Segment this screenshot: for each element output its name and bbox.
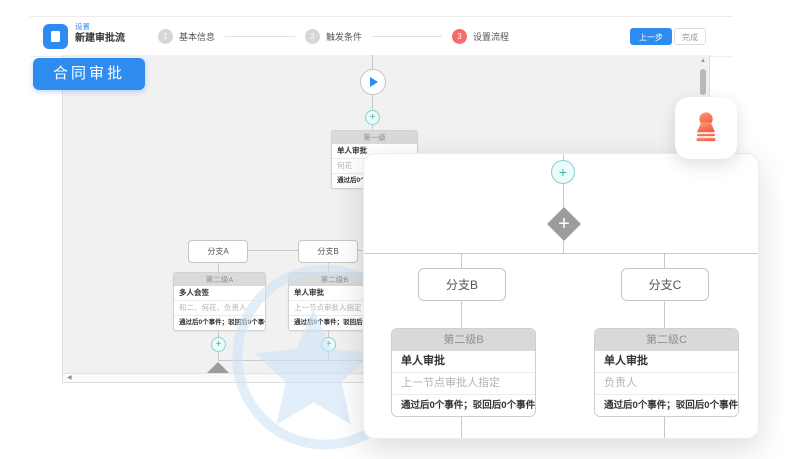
connector-line	[364, 253, 758, 254]
app-category: 设置	[75, 23, 125, 31]
add-node-button[interactable]: +	[321, 337, 336, 352]
card-assignee: 负责人	[595, 372, 738, 394]
add-node-button[interactable]: +	[211, 337, 226, 352]
step-3-circle: 3	[452, 29, 467, 44]
connector-line	[664, 416, 665, 438]
branch-c-node[interactable]: 分支C	[621, 268, 709, 301]
connector-line	[328, 352, 329, 360]
add-node-button[interactable]: +	[551, 160, 575, 184]
branch-b-node[interactable]: 分支B	[418, 268, 506, 301]
branch-a-node[interactable]: 分支A	[188, 240, 248, 263]
card-assignee: 和二、何花、负责人	[174, 300, 265, 315]
flow-name-badge: 合同审批	[33, 58, 145, 90]
connector-line	[461, 301, 462, 328]
stamp-icon	[687, 109, 725, 147]
connector-line	[218, 263, 219, 272]
start-node[interactable]	[360, 69, 386, 95]
step-2-circle: 2	[305, 29, 320, 44]
step-basic-info[interactable]: 1 基本信息	[158, 29, 215, 44]
card-title: 第二级B	[392, 329, 535, 351]
level2a-approval-card[interactable]: 第二级A 多人会签 和二、何花、负责人 通过后0个事件；驳回后0个事件	[173, 272, 266, 331]
play-icon	[370, 77, 378, 87]
vertical-scrollbar[interactable]: ▲	[698, 57, 708, 95]
card-title: 第二级A	[174, 273, 265, 286]
scroll-up-arrow[interactable]: ▲	[698, 57, 708, 65]
plus-icon: +	[558, 214, 570, 234]
level2c-approval-card[interactable]: 第二级C 单人审批 负责人 通过后0个事件；驳回后0个事件	[594, 328, 739, 417]
card-approval-type: 单人审批	[595, 351, 738, 372]
document-icon	[51, 31, 60, 42]
page: 设置 新建审批流 1 基本信息 2 触发条件 3 设置流程 上一步 完成	[0, 0, 792, 459]
stamp-card	[675, 97, 737, 159]
step-1-circle: 1	[158, 29, 173, 44]
add-branch-button[interactable]: +	[547, 207, 581, 241]
card-assignee: 上一节点审批人指定	[392, 372, 535, 394]
scrollbar-thumb[interactable]	[700, 69, 706, 95]
card-approval-type: 多人会签	[174, 286, 265, 300]
step-trigger-condition[interactable]: 2 触发条件	[305, 29, 362, 44]
step-connector	[225, 36, 295, 37]
connector-line	[563, 241, 564, 253]
card-events: 通过后0个事件；驳回后0个事件	[595, 394, 738, 416]
step-3-label: 设置流程	[473, 30, 509, 43]
branch-b-node[interactable]: 分支B	[298, 240, 358, 263]
scroll-left-arrow[interactable]: ◀	[67, 374, 72, 382]
level2b-approval-card[interactable]: 第二级B 单人审批 上一节点审批人指定 通过后0个事件；驳回后0个事件	[391, 328, 536, 417]
app-heading: 设置 新建审批流	[75, 23, 125, 44]
step-2-label: 触发条件	[326, 30, 362, 43]
add-node-button[interactable]: +	[365, 110, 380, 125]
card-title: 第二级C	[595, 329, 738, 351]
app-icon-badge	[43, 24, 68, 49]
card-events: 通过后0个事件；驳回后0个事件	[392, 394, 535, 416]
connector-line	[328, 263, 329, 272]
connector-line	[218, 352, 219, 360]
end-node-triangle	[207, 362, 229, 373]
top-bar: 设置 新建审批流 1 基本信息 2 触发条件 3 设置流程 上一步 完成	[30, 16, 732, 57]
card-events: 通过后0个事件；驳回后0个事件	[174, 315, 265, 330]
connector-line	[372, 95, 373, 110]
connector-line	[664, 253, 665, 268]
step-connector	[372, 36, 442, 37]
app-title: 新建审批流	[75, 34, 125, 44]
connector-line	[664, 301, 665, 328]
card-title: 第一级	[332, 131, 417, 144]
card-approval-type: 单人审批	[392, 351, 535, 372]
step-1-label: 基本信息	[179, 30, 215, 43]
wizard-stepper: 1 基本信息 2 触发条件 3 设置流程	[158, 17, 509, 56]
zoom-detail-panel: + + 分支B 分支C 第二级B 单人审批 上一节点审批人指定 通过后0个事件；…	[363, 153, 759, 439]
finish-button[interactable]: 完成	[674, 28, 706, 45]
connector-line	[461, 416, 462, 438]
connector-line	[461, 253, 462, 268]
connector-line	[372, 55, 373, 69]
prev-step-button[interactable]: 上一步	[630, 28, 672, 45]
connector-line	[563, 184, 564, 207]
step-set-process[interactable]: 3 设置流程	[452, 29, 509, 44]
